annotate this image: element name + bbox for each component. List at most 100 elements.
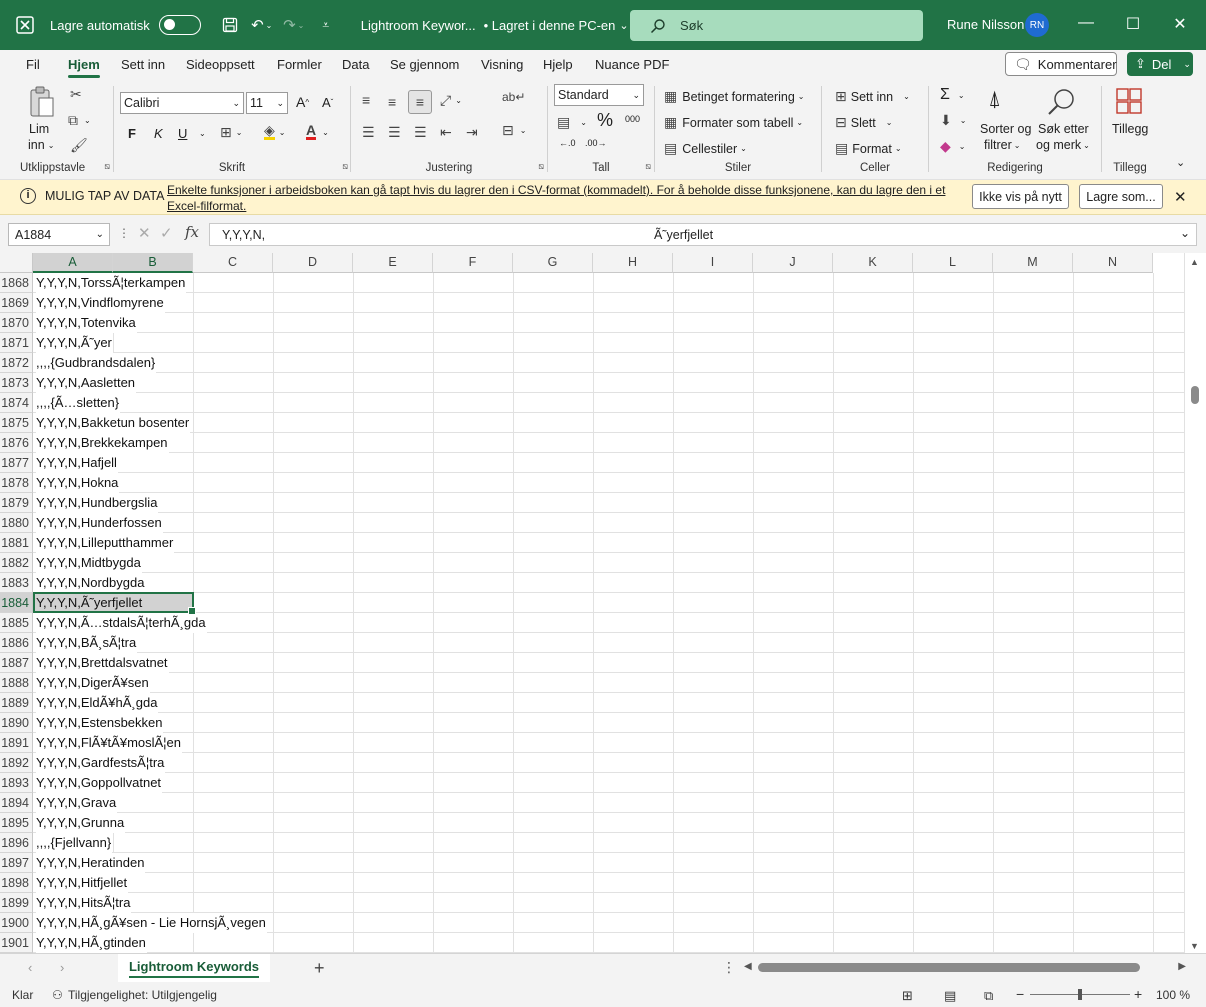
column-header-c[interactable]: C bbox=[193, 253, 273, 273]
row-cells[interactable]: Y,Y,Y,N,Aasletten bbox=[33, 373, 1184, 393]
row-cells[interactable]: Y,Y,Y,N,HÃ¸gtinden bbox=[33, 933, 1184, 953]
row-cells[interactable]: Y,Y,Y,N,Ã…stdalsÃ¦terhÃ¸gda bbox=[33, 613, 1184, 633]
row-cells[interactable]: Y,Y,Y,N,Estensbekken bbox=[33, 713, 1184, 733]
cell-a[interactable]: Y,Y,Y,N,Bakketun bosenter bbox=[36, 413, 191, 433]
row-cells[interactable]: Y,Y,Y,N,FlÃ¥tÃ¥moslÃ¦en bbox=[33, 733, 1184, 753]
scroll-down-icon[interactable]: ▼ bbox=[1190, 941, 1199, 951]
row-header[interactable]: 1900 bbox=[0, 913, 33, 933]
column-header-n[interactable]: N bbox=[1073, 253, 1153, 273]
row-header[interactable]: 1891 bbox=[0, 733, 33, 753]
cell-a[interactable]: Y,Y,Y,N,Grunna bbox=[36, 813, 126, 833]
row-cells[interactable]: Y,Y,Y,N,Brekkekampen bbox=[33, 433, 1184, 453]
row-cells[interactable]: Y,Y,Y,N,Vindflomyrene bbox=[33, 293, 1184, 313]
cell-a[interactable]: Y,Y,Y,N,Heratinden bbox=[36, 853, 146, 873]
formula-input[interactable]: Y,Y,Y,N, Ã˜yerfjellet ⌄ bbox=[209, 223, 1197, 246]
column-header-d[interactable]: D bbox=[273, 253, 353, 273]
cell-a[interactable]: Y,Y,Y,N,Ã…stdalsÃ¦terhÃ¸gda bbox=[36, 613, 207, 633]
row-cells[interactable]: Y,Y,Y,N,HitsÃ¦tra bbox=[33, 893, 1184, 913]
accessibility-status[interactable]: Tilgjengelighet: Utilgjengelig bbox=[68, 988, 217, 1002]
underline-button[interactable]: U bbox=[178, 126, 187, 141]
select-all-button[interactable] bbox=[0, 253, 33, 273]
column-header-j[interactable]: J bbox=[753, 253, 833, 273]
cell-a[interactable]: Y,Y,Y,N,FlÃ¥tÃ¥moslÃ¦en bbox=[36, 733, 183, 753]
row-header[interactable]: 1883 bbox=[0, 573, 33, 593]
increase-font-icon[interactable]: A ^ bbox=[296, 94, 309, 110]
row-header[interactable]: 1880 bbox=[0, 513, 33, 533]
orientation-icon[interactable]: ⤢ ⌄ bbox=[440, 92, 462, 109]
add-sheet-icon[interactable]: + bbox=[314, 958, 325, 979]
vertical-scroll-thumb[interactable] bbox=[1191, 386, 1199, 404]
row-cells[interactable]: Y,Y,Y,N,Brettdalsvatnet bbox=[33, 653, 1184, 673]
comma-style-icon[interactable]: 000 bbox=[625, 114, 640, 124]
column-header-k[interactable]: K bbox=[833, 253, 913, 273]
row-header[interactable]: 1875 bbox=[0, 413, 33, 433]
italic-button[interactable]: K bbox=[154, 126, 163, 141]
row-cells[interactable]: ,,,,{Ã…sletten} bbox=[33, 393, 1184, 413]
addins-icon[interactable] bbox=[1115, 86, 1145, 116]
align-right-icon[interactable]: ☰ bbox=[414, 124, 427, 141]
row-cells[interactable]: Y,Y,Y,N,EldÃ¥hÃ¸gda bbox=[33, 693, 1184, 713]
sort-filter-icon[interactable]: ⍋ bbox=[988, 86, 1001, 112]
file-title[interactable]: Lightroom Keywor... bbox=[361, 18, 476, 33]
paste-icon[interactable] bbox=[28, 86, 58, 120]
zoom-level[interactable]: 100 % bbox=[1156, 988, 1190, 1002]
cell-a[interactable]: Y,Y,Y,N,DigerÃ¥sen bbox=[36, 673, 150, 693]
cell-a[interactable]: Y,Y,Y,N,Nordbygda bbox=[36, 573, 146, 593]
row-header[interactable]: 1879 bbox=[0, 493, 33, 513]
clear-icon[interactable]: ◆ ⌄ bbox=[940, 138, 965, 155]
spreadsheet-grid[interactable]: A B C D E F G H I J K L M N 1868 Y,Y,Y,N,TorssÃ¦terkamp… bbox=[0, 253, 1184, 953]
align-left-icon[interactable]: ☰ bbox=[362, 124, 375, 141]
info-message[interactable]: Enkelte funksjoner i arbeidsboken kan gå… bbox=[167, 182, 957, 214]
row-header[interactable]: 1868 bbox=[0, 273, 33, 293]
tab-home[interactable]: Hjem bbox=[68, 57, 100, 78]
row-cells[interactable]: Y,Y,Y,N,Grava bbox=[33, 793, 1184, 813]
cell-a[interactable]: Y,Y,Y,N,Brekkekampen bbox=[36, 433, 169, 453]
column-header-b[interactable]: B bbox=[113, 253, 193, 273]
cell-a[interactable]: Y,Y,Y,N,Aasletten bbox=[36, 373, 137, 393]
align-top-icon[interactable]: ≡ bbox=[362, 92, 370, 108]
find-select-icon[interactable] bbox=[1046, 86, 1078, 118]
save-icon[interactable] bbox=[217, 12, 243, 38]
align-middle-icon[interactable]: ≡ bbox=[388, 94, 396, 110]
row-cells[interactable]: ,,,,{Gudbrandsdalen} bbox=[33, 353, 1184, 373]
paste-label-2[interactable]: inn ⌄ bbox=[28, 138, 54, 152]
fill-color-icon[interactable]: ◈ ⌄ bbox=[264, 123, 285, 140]
row-cells[interactable]: Y,Y,Y,N,Heratinden bbox=[33, 853, 1184, 873]
cell-a[interactable]: ,,,,{Gudbrandsdalen} bbox=[36, 353, 157, 373]
redo-icon[interactable]: ↷ ⌄ bbox=[281, 12, 307, 38]
bold-button[interactable]: F bbox=[128, 126, 136, 141]
merge-center-icon[interactable]: ⊟ ⌄ bbox=[502, 122, 526, 139]
wrap-text-icon[interactable]: ab↵ bbox=[502, 90, 525, 104]
cell-a[interactable]: Y,Y,Y,N,Hundbergslia bbox=[36, 493, 159, 513]
tab-nuance-pdf[interactable]: Nuance PDF bbox=[595, 57, 669, 72]
row-header[interactable]: 1889 bbox=[0, 693, 33, 713]
tab-insert[interactable]: Sett inn bbox=[121, 57, 165, 72]
cell-a[interactable]: Y,Y,Y,N,Vindflomyrene bbox=[36, 293, 165, 313]
chevron-down-icon[interactable]: ⌄ bbox=[199, 129, 206, 138]
cell-a[interactable]: Y,Y,Y,N,Hunderfossen bbox=[36, 513, 163, 533]
cell-styles-button[interactable]: ▤ Cellestiler ⌄ bbox=[664, 140, 747, 157]
more-options-icon[interactable]: ⋮ bbox=[722, 959, 736, 976]
format-as-table-button[interactable]: ▦ Formater som tabell ⌄ bbox=[664, 114, 803, 131]
row-header[interactable]: 1893 bbox=[0, 773, 33, 793]
vertical-scrollbar[interactable]: ▲ ▼ bbox=[1184, 253, 1206, 953]
row-header[interactable]: 1899 bbox=[0, 893, 33, 913]
horizontal-scrollbar[interactable]: ◀ ▶ bbox=[744, 961, 1186, 975]
row-cells[interactable]: Y,Y,Y,N,TorssÃ¦terkampen bbox=[33, 273, 1184, 293]
addins-button-label[interactable]: Tillegg bbox=[1112, 122, 1148, 136]
close-icon[interactable]: ✕ bbox=[1174, 188, 1187, 206]
tab-page-layout[interactable]: Sideoppsett bbox=[186, 57, 255, 72]
name-box[interactable]: A1884 ⌄ bbox=[8, 223, 110, 246]
row-header[interactable]: 1872 bbox=[0, 353, 33, 373]
minimize-icon[interactable]: — bbox=[1076, 14, 1096, 32]
more-options-icon[interactable]: ⋮ bbox=[118, 226, 130, 240]
cell-a[interactable]: ,,,,{Ã…sletten} bbox=[36, 393, 121, 413]
cell-a[interactable]: Y,Y,Y,N,EldÃ¥hÃ¸gda bbox=[36, 693, 159, 713]
row-header[interactable]: 1871 bbox=[0, 333, 33, 353]
copy-icon[interactable]: ⧉ ⌄ bbox=[68, 112, 91, 129]
sort-filter-label-2[interactable]: filtrer ⌄ bbox=[984, 138, 1020, 152]
row-cells[interactable]: Y,Y,Y,N,GardfestsÃ¦tra bbox=[33, 753, 1184, 773]
cell-a[interactable]: Y,Y,Y,N,Goppollvatnet bbox=[36, 773, 163, 793]
accessibility-icon[interactable]: ⚇ bbox=[52, 988, 63, 1002]
dont-show-again-button[interactable]: Ikke vis på nytt bbox=[972, 184, 1069, 209]
